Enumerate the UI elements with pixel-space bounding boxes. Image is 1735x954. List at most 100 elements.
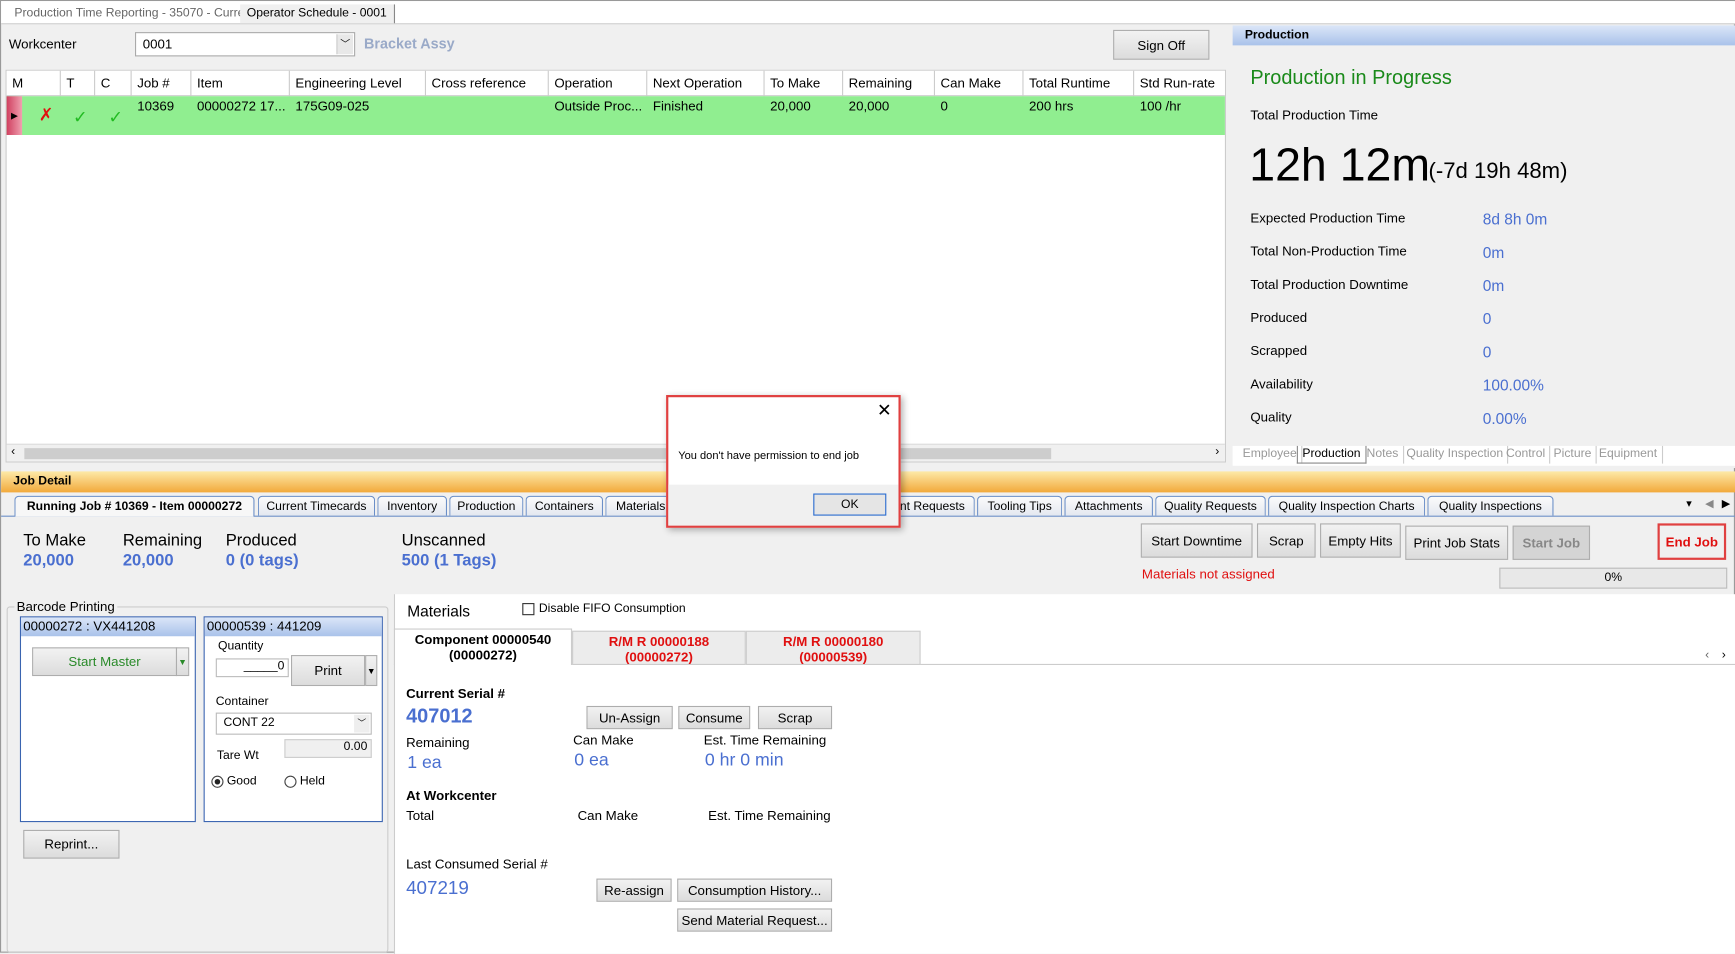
metric-label: Total Non-Production Time [1250, 243, 1407, 259]
tab-quality-inspection[interactable]: Quality Inspection [1402, 445, 1509, 464]
col-std-run-rate[interactable]: Std Run-rate [1134, 71, 1225, 96]
consume-button[interactable]: Consume [678, 705, 751, 730]
print-button[interactable]: Print [291, 655, 366, 687]
quantity-input[interactable]: _____0 [215, 658, 289, 678]
col-cross-reference[interactable]: Cross reference [426, 70, 549, 97]
tab-prev-icon[interactable]: ‹ [1705, 648, 1709, 661]
tab-inventory[interactable]: Inventory [377, 495, 448, 516]
col-can-make[interactable]: Can Make [935, 70, 1024, 97]
m-status-icon: ✗ [38, 106, 54, 126]
scroll-left-icon[interactable]: ‹ [11, 445, 15, 458]
unassign-button[interactable]: Un-Assign [586, 705, 673, 730]
tab-attachments[interactable]: Attachments [1064, 495, 1153, 516]
dialog-footer: OK [668, 484, 899, 526]
col-c[interactable]: C [95, 70, 132, 97]
col-to-make[interactable]: To Make [765, 70, 844, 97]
ok-button[interactable]: OK [813, 493, 887, 516]
col-total-runtime[interactable]: Total Runtime [1024, 70, 1135, 97]
col-item[interactable]: Item [191, 70, 290, 97]
tab-next-icon[interactable]: ▶ [1722, 498, 1731, 510]
est-time-value: 0 hr 0 min [704, 751, 784, 771]
est-time-label: Est. Time Remaining [703, 732, 827, 748]
tab-prev-icon[interactable]: ◀ [1705, 498, 1714, 510]
can-make-label: Can Make [573, 732, 634, 748]
col-m[interactable]: M [7, 70, 61, 97]
workcenter-select[interactable]: 0001 ﹀ [134, 32, 356, 57]
wc-total-label: Total [406, 807, 435, 824]
metric-value: 8d 8h 0m [1482, 210, 1548, 228]
materials-warning: Materials not assigned [1141, 566, 1275, 583]
tab-current-timecards[interactable]: Current Timecards [257, 495, 376, 516]
good-radio[interactable]: Good [211, 774, 257, 788]
chevron-down-icon: ﹀ [354, 714, 370, 733]
col-next-operation[interactable]: Next Operation [647, 70, 765, 97]
scroll-right-icon[interactable]: › [1215, 445, 1219, 458]
permission-dialog: ✕ You don't have permission to end job O… [666, 395, 901, 528]
tab-quality-inspection-charts[interactable]: Quality Inspection Charts [1268, 495, 1426, 516]
tab-running-job[interactable]: Running Job # 10369 - Item 00000272 [14, 495, 255, 517]
tab-employee[interactable]: Employee [1238, 445, 1303, 464]
tab-control[interactable]: Control [1502, 445, 1551, 464]
col-engineering-level[interactable]: Engineering Level [290, 70, 427, 97]
col-job[interactable]: Job # [132, 70, 192, 97]
remaining-value: 1 ea [407, 753, 442, 773]
schedule-grid: M T C Job # Item Engineering Level Cross… [5, 69, 1227, 463]
cell-item: 00000272 17... [196, 98, 286, 114]
container-select[interactable]: CONT 22 ﹀ [215, 712, 372, 735]
tab-next-icon[interactable]: › [1722, 648, 1726, 661]
col-operation[interactable]: Operation [549, 70, 648, 97]
scrap-button[interactable]: Scrap [1256, 523, 1316, 558]
tab-tooling-tips[interactable]: Tooling Tips [977, 495, 1063, 516]
scrap-material-button[interactable]: Scrap [757, 705, 833, 730]
start-master-button[interactable]: Start Master [32, 647, 178, 677]
doc-tab-operator-schedule[interactable]: Operator Schedule - 0001 [240, 4, 395, 24]
unscanned-label: Unscanned [401, 531, 486, 550]
col-remaining[interactable]: Remaining [843, 70, 935, 97]
held-radio[interactable]: Held [284, 775, 325, 788]
start-downtime-button[interactable]: Start Downtime [1140, 523, 1253, 558]
tab-rm-00000188[interactable]: R/M R 00000188 (00000272) [572, 630, 746, 666]
total-production-delta: (-7d 19h 48m) [1428, 159, 1568, 184]
send-material-request-button[interactable]: Send Material Request... [677, 908, 833, 932]
table-row[interactable]: ▶ ✗ ✓ ✓ 10369 00000272 17... 175G09-025 … [6, 96, 1225, 135]
tab-rm-00000180[interactable]: R/M R 00000180 (00000539) [745, 630, 921, 666]
end-job-button[interactable]: End Job [1657, 523, 1727, 560]
sign-off-button[interactable]: Sign Off [1113, 29, 1210, 60]
consumption-history-button[interactable]: Consumption History... [677, 878, 833, 902]
reprint-button[interactable]: Reprint... [23, 829, 120, 859]
empty-hits-button[interactable]: Empty Hits [1320, 523, 1401, 558]
document-tabs: Production Time Reporting - 35070 - Curr… [1, 1, 1735, 25]
produced-label: Produced [225, 531, 297, 550]
production-panel-tabs: Employee Production Notes Quality Inspec… [1232, 445, 1735, 466]
total-production-time-label: Total Production Time [1250, 107, 1379, 123]
tab-quality-requests[interactable]: Quality Requests [1155, 495, 1266, 516]
tab-production[interactable]: Production [1296, 445, 1367, 464]
can-make-value: 0 ea [574, 751, 609, 771]
tab-list-icon[interactable]: ▾ [1686, 498, 1692, 510]
to-make-value: 20,000 [23, 551, 75, 570]
disable-fifo-checkbox[interactable]: Disable FIFO Consumption [522, 602, 686, 615]
good-radio-label: Good [226, 774, 257, 788]
tab-component-00000540[interactable]: Component 00000540 (00000272) [393, 628, 573, 666]
print-dropdown-icon[interactable]: ▼ [365, 655, 378, 687]
row-selector-icon[interactable]: ▶ [6, 96, 23, 135]
tab-notes[interactable]: Notes [1362, 445, 1404, 464]
start-job-button[interactable]: Start Job [1512, 525, 1591, 560]
col-t[interactable]: T [61, 70, 96, 97]
print-job-stats-button[interactable]: Print Job Stats [1405, 525, 1509, 560]
tab-picture[interactable]: Picture [1549, 445, 1597, 464]
tab-containers[interactable]: Containers [525, 495, 604, 516]
tab-equipment[interactable]: Equipment [1594, 445, 1663, 464]
cell-next-operation: Finished [652, 98, 704, 114]
close-icon[interactable]: ✕ [877, 399, 892, 421]
reassign-button[interactable]: Re-assign [596, 878, 672, 902]
tare-wt-input[interactable]: 0.00 [284, 739, 372, 758]
metric-label: Quality [1250, 409, 1292, 425]
tab-quality-inspections[interactable]: Quality Inspections [1427, 495, 1554, 516]
metric-value: 0 [1482, 343, 1492, 361]
produced-value: 0 (0 tags) [225, 551, 299, 570]
horizontal-scrollbar[interactable]: ‹ › [6, 443, 1225, 462]
tab-production[interactable]: Production [449, 495, 524, 516]
start-master-dropdown-icon[interactable]: ▼ [175, 647, 190, 677]
doc-tab-production-time[interactable]: Production Time Reporting - 35070 - Curr… [8, 4, 261, 23]
